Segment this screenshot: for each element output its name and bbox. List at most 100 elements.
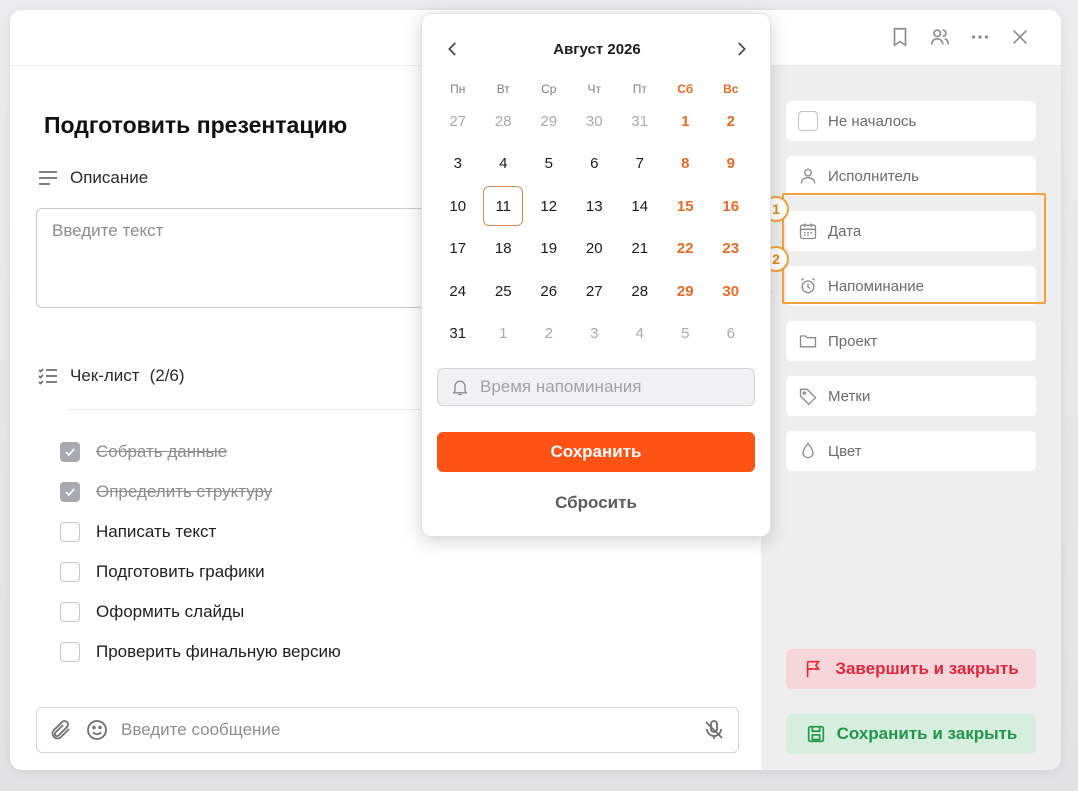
calendar-day-today[interactable]: 11 <box>481 185 527 228</box>
calendar-day[interactable]: 26 <box>526 270 572 313</box>
save-button[interactable]: Сохранить <box>437 432 755 472</box>
save-close-label: Сохранить и закрыть <box>836 724 1018 743</box>
task-sidebar: Не началось Исполнитель Дата Напоминание… <box>761 66 1061 770</box>
calendar-day[interactable]: 31 <box>435 313 481 356</box>
chevron-left-icon[interactable] <box>440 36 466 62</box>
checkbox[interactable] <box>60 642 80 662</box>
calendar-day[interactable]: 5 <box>663 313 709 356</box>
assignee-field[interactable]: Исполнитель <box>786 156 1036 196</box>
calendar-day[interactable]: 5 <box>526 143 572 186</box>
assignee-label: Исполнитель <box>828 167 919 185</box>
calendar-month: Август 2026 <box>553 40 641 58</box>
calendar-day[interactable]: 13 <box>572 185 618 228</box>
calendar-day[interactable]: 1 <box>663 100 709 143</box>
calendar-day[interactable]: 20 <box>572 228 618 271</box>
calendar-day[interactable]: 24 <box>435 270 481 313</box>
status-field[interactable]: Не началось <box>786 101 1036 141</box>
calendar-day[interactable]: 4 <box>617 313 663 356</box>
checkbox[interactable] <box>60 482 80 502</box>
calendar-day[interactable]: 9 <box>708 143 754 186</box>
calendar-day[interactable]: 8 <box>663 143 709 186</box>
calendar-day[interactable]: 2 <box>708 100 754 143</box>
checklist: Собрать данные Определить структуру Напи… <box>60 432 341 672</box>
calendar-day[interactable]: 16 <box>708 185 754 228</box>
calendar-day[interactable]: 19 <box>526 228 572 271</box>
list-item: Собрать данные <box>60 432 341 472</box>
weekday-label: Сб <box>677 82 694 96</box>
calendar-day[interactable]: 22 <box>663 228 709 271</box>
reminder-label: Напоминание <box>828 277 924 295</box>
mic-off-icon[interactable] <box>702 718 726 742</box>
chevron-right-icon[interactable] <box>728 36 754 62</box>
date-field[interactable]: Дата <box>786 211 1036 251</box>
reminder-field[interactable]: Напоминание <box>786 266 1036 306</box>
checkbox[interactable] <box>60 522 80 542</box>
calendar-day[interactable]: 17 <box>435 228 481 271</box>
weekday-label: Чт <box>587 82 602 96</box>
list-item: Проверить финальную версию <box>60 632 341 672</box>
list-item: Написать текст <box>60 512 341 552</box>
calendar-day[interactable]: 27 <box>572 270 618 313</box>
message-input[interactable] <box>121 720 690 740</box>
folder-icon <box>799 335 817 348</box>
list-item-label: Подготовить графики <box>96 562 265 581</box>
calendar-day[interactable]: 3 <box>572 313 618 356</box>
reminder-time-field[interactable] <box>437 368 755 406</box>
users-icon[interactable] <box>927 24 953 50</box>
calendar-day[interactable]: 21 <box>617 228 663 271</box>
emoji-icon[interactable] <box>85 718 109 742</box>
calendar-day[interactable]: 30 <box>708 270 754 313</box>
calendar-day[interactable]: 28 <box>617 270 663 313</box>
attach-icon[interactable] <box>49 718 73 742</box>
bookmark-icon[interactable] <box>887 24 913 50</box>
project-field[interactable]: Проект <box>786 321 1036 361</box>
calendar-day[interactable]: 7 <box>617 143 663 186</box>
description-input[interactable]: Введите текст <box>36 208 456 308</box>
weekday-label: Вс <box>723 82 739 96</box>
weekday-label: Пт <box>632 82 647 96</box>
calendar-day[interactable]: 18 <box>481 228 527 271</box>
calendar-day[interactable]: 30 <box>572 100 618 143</box>
project-label: Проект <box>828 332 878 350</box>
calendar-day[interactable]: 28 <box>481 100 527 143</box>
finish-close-button[interactable]: Завершить и закрыть <box>786 649 1036 689</box>
calendar-day[interactable]: 15 <box>663 185 709 228</box>
reminder-time-input[interactable] <box>480 377 742 397</box>
status-checkbox[interactable] <box>798 111 818 131</box>
checklist-header: Чек-лист (2/6) <box>36 364 185 388</box>
calendar-day[interactable]: 27 <box>435 100 481 143</box>
description-heading: Описание <box>70 168 149 187</box>
calendar-day[interactable]: 29 <box>663 270 709 313</box>
calendar-day[interactable]: 23 <box>708 228 754 271</box>
list-item-label: Собрать данные <box>96 442 228 461</box>
header-actions <box>887 24 1033 50</box>
today-label: 11 <box>483 186 524 227</box>
calendar-day[interactable]: 6 <box>708 313 754 356</box>
calendar-day[interactable]: 3 <box>435 143 481 186</box>
close-icon[interactable] <box>1007 24 1033 50</box>
calendar-day[interactable]: 4 <box>481 143 527 186</box>
color-field[interactable]: Цвет <box>786 431 1036 471</box>
calendar-day[interactable]: 31 <box>617 100 663 143</box>
drop-icon <box>802 442 814 459</box>
more-icon[interactable] <box>967 24 993 50</box>
calendar-day[interactable]: 29 <box>526 100 572 143</box>
weekday-label: Вт <box>496 82 510 96</box>
list-item: Определить структуру <box>60 472 341 512</box>
checkbox[interactable] <box>60 562 80 582</box>
calendar-day[interactable]: 6 <box>572 143 618 186</box>
tags-label: Метки <box>828 387 871 405</box>
tags-field[interactable]: Метки <box>786 376 1036 416</box>
calendar-day[interactable]: 14 <box>617 185 663 228</box>
calendar-day[interactable]: 10 <box>435 185 481 228</box>
calendar-day[interactable]: 2 <box>526 313 572 356</box>
calendar-day[interactable]: 1 <box>481 313 527 356</box>
calendar-day[interactable]: 25 <box>481 270 527 313</box>
checkbox[interactable] <box>60 602 80 622</box>
reset-button[interactable]: Сбросить <box>437 486 755 520</box>
save-close-button[interactable]: Сохранить и закрыть <box>786 714 1036 754</box>
checkbox[interactable] <box>60 442 80 462</box>
calendar-day[interactable]: 12 <box>526 185 572 228</box>
date-label: Дата <box>828 222 862 240</box>
color-label: Цвет <box>828 442 862 460</box>
